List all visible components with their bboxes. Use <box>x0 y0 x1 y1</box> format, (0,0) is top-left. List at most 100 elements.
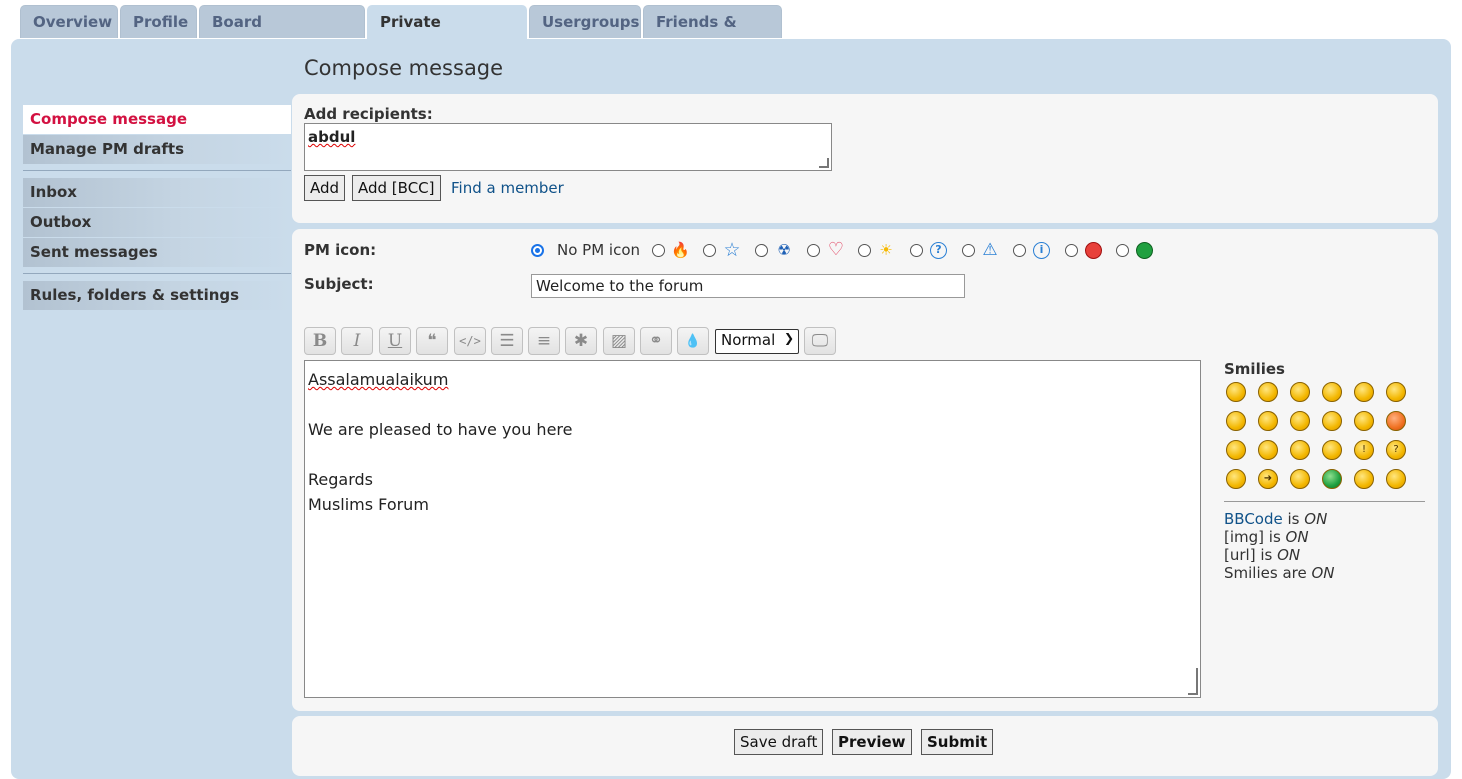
message-line: Assalamualaikum <box>308 370 449 389</box>
smiley-icon[interactable] <box>1226 411 1246 431</box>
list-item-button[interactable]: ✱ <box>565 327 597 355</box>
bold-button[interactable]: B <box>304 327 336 355</box>
submit-button[interactable]: Submit <box>921 729 994 755</box>
smiley-icon[interactable] <box>1386 382 1406 402</box>
url-status-text: [url] is <box>1224 546 1273 564</box>
fire-icon: 🔥 <box>671 241 690 259</box>
lightbulb-icon: ☀ <box>879 241 893 259</box>
smiley-icon[interactable] <box>1322 440 1342 460</box>
mrgreen-icon <box>1085 242 1102 259</box>
smilies-status-text: Smilies are <box>1224 564 1307 582</box>
add-bcc-button[interactable]: Add [BCC] <box>352 175 441 201</box>
exclamation-icon[interactable]: ! <box>1354 440 1374 460</box>
sidebar-divider <box>23 170 291 171</box>
smiley-icon[interactable] <box>1290 440 1310 460</box>
smilies-divider <box>1224 501 1425 502</box>
smiley-icon[interactable] <box>1290 382 1310 402</box>
pm-icon-radio[interactable] <box>858 244 871 257</box>
sidebar-item-compose[interactable]: Compose message <box>23 105 291 134</box>
message-line <box>308 392 1197 417</box>
smiley-icon[interactable] <box>1354 469 1374 489</box>
pm-icon-none-radio[interactable] <box>531 244 544 257</box>
smiley-icon[interactable] <box>1386 411 1406 431</box>
bbcode-status-text: is <box>1287 510 1300 528</box>
sidebar-item-inbox[interactable]: Inbox <box>23 178 291 207</box>
chevron-down-icon: ❯ <box>783 331 794 345</box>
font-size-value: Normal <box>721 331 776 349</box>
italic-button[interactable]: I <box>341 327 373 355</box>
sidebar-item-drafts[interactable]: Manage PM drafts <box>23 135 291 164</box>
underline-button[interactable]: U <box>379 327 411 355</box>
smiley-icon[interactable] <box>1226 382 1246 402</box>
pm-icon-radio[interactable] <box>755 244 768 257</box>
bbcode-link[interactable]: BBCode <box>1224 510 1283 528</box>
message-line: Regards <box>308 470 373 489</box>
smiley-icon[interactable] <box>1354 411 1374 431</box>
smilies-status-value: ON <box>1311 564 1335 582</box>
pm-icon-radio[interactable] <box>1013 244 1026 257</box>
ordered-list-button[interactable]: ≡ <box>528 327 560 355</box>
smiley-icon[interactable] <box>1386 469 1406 489</box>
smiley-icon[interactable] <box>1258 382 1278 402</box>
smiley-icon[interactable] <box>1322 382 1342 402</box>
bbcode-status: BBCode is ON <box>1224 510 1327 528</box>
recipients-value: abdul <box>308 128 356 146</box>
code-button[interactable]: </> <box>454 327 486 355</box>
smiley-icon[interactable] <box>1290 469 1310 489</box>
tab-private-messages[interactable]: Private messages <box>367 5 527 64</box>
pm-icon-radio[interactable] <box>910 244 923 257</box>
tab-usergroups[interactable]: Usergroups <box>529 5 641 38</box>
tab-profile[interactable]: Profile <box>120 5 197 38</box>
star-icon: ☆ <box>723 239 741 261</box>
preview-toggle-button[interactable]: 🖵 <box>804 327 836 355</box>
pm-icon-radio[interactable] <box>703 244 716 257</box>
sidebar-item-sent[interactable]: Sent messages <box>23 238 291 267</box>
pm-icon-label: PM icon: <box>304 241 377 259</box>
color-button[interactable]: 💧 <box>677 327 709 355</box>
resize-handle-icon[interactable] <box>819 158 829 168</box>
smiley-icon[interactable] <box>1258 411 1278 431</box>
quote-button[interactable]: ❝ <box>416 327 448 355</box>
message-line: We are pleased to have you here <box>308 420 573 439</box>
smiley-icon[interactable] <box>1322 469 1342 489</box>
smiley-icon[interactable] <box>1354 382 1374 402</box>
preview-button[interactable]: Preview <box>832 729 912 755</box>
tab-friends-foes[interactable]: Friends & Foes <box>643 5 782 64</box>
sidebar-divider <box>23 273 291 274</box>
sidebar-item-rules[interactable]: Rules, folders & settings <box>23 281 291 310</box>
recipients-input[interactable]: abdul <box>304 123 832 171</box>
find-member-link[interactable]: Find a member <box>451 179 564 197</box>
smiley-icon[interactable] <box>1226 440 1246 460</box>
message-textarea[interactable]: Assalamualaikum We are pleased to have y… <box>304 360 1201 698</box>
smiley-icon[interactable] <box>1290 411 1310 431</box>
pm-icon-radio[interactable] <box>1116 244 1129 257</box>
tab-bar: Overview Profile Board preferences Priva… <box>20 5 782 64</box>
tab-overview[interactable]: Overview <box>20 5 118 38</box>
grin-icon <box>1136 242 1153 259</box>
list-button[interactable]: ☰ <box>491 327 523 355</box>
idea-icon[interactable] <box>1226 469 1246 489</box>
radioactive-icon: ☢ <box>777 241 791 259</box>
message-line: Muslims Forum <box>308 495 429 514</box>
tab-board-preferences[interactable]: Board preferences <box>199 5 365 64</box>
pm-icon-radio[interactable] <box>807 244 820 257</box>
add-button[interactable]: Add <box>304 175 346 201</box>
smiley-icon[interactable] <box>1322 411 1342 431</box>
smiley-icon[interactable] <box>1258 440 1278 460</box>
sidebar: Compose message Manage PM drafts Inbox O… <box>23 105 291 311</box>
save-draft-button[interactable]: Save draft <box>734 729 824 755</box>
pm-icon-radio[interactable] <box>962 244 975 257</box>
img-status-value: ON <box>1285 528 1309 546</box>
warning-icon: ⚠ <box>982 240 998 260</box>
resize-handle-icon[interactable] <box>1188 668 1198 695</box>
sidebar-item-outbox[interactable]: Outbox <box>23 208 291 237</box>
arrow-icon[interactable]: ➜ <box>1258 469 1278 489</box>
recipients-label: Add recipients: <box>304 105 433 123</box>
subject-input[interactable]: Welcome to the forum <box>531 274 965 298</box>
link-button[interactable]: ⚭ <box>640 327 672 355</box>
pm-icon-radio[interactable] <box>652 244 665 257</box>
pm-icon-radio[interactable] <box>1065 244 1078 257</box>
image-button[interactable]: ▨ <box>603 327 635 355</box>
question-icon[interactable]: ? <box>1386 440 1406 460</box>
font-size-select[interactable]: Normal ❯ <box>715 329 799 354</box>
